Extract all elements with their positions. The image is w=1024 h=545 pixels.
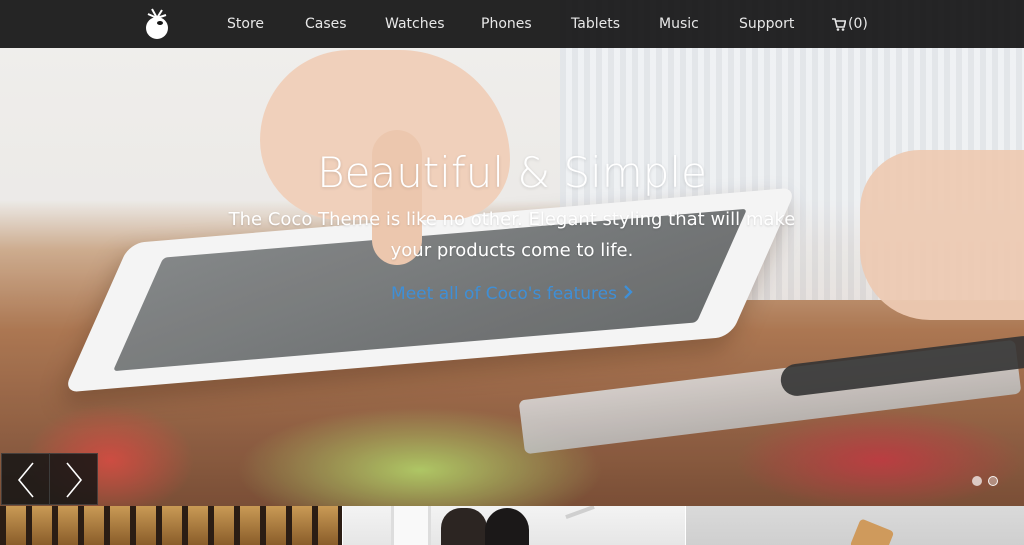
hero-title: Beautiful & Simple [317, 148, 707, 197]
cart-icon [832, 17, 846, 31]
slider-prev-button[interactable] [1, 453, 50, 505]
nav-item-phones[interactable]: Phones [481, 0, 532, 48]
chevron-right-icon [623, 284, 633, 304]
thumbnail-office-person [441, 508, 487, 545]
slider-dot[interactable] [972, 476, 982, 486]
cart-count: (0) [848, 16, 868, 32]
cart-button[interactable]: (0) [832, 0, 868, 48]
featured-thumbnails [0, 506, 1024, 545]
nav-item-support[interactable]: Support [739, 0, 794, 48]
thumbnail-forest[interactable] [0, 506, 342, 545]
hero-slider: Beautiful & Simple The Coco Theme is lik… [0, 0, 1024, 506]
top-navigation-bar: Store Cases Watches Phones Tablets Music… [0, 0, 1024, 48]
slider-dot-active[interactable] [988, 476, 998, 486]
main-nav: Store Cases Watches Phones Tablets Music… [0, 0, 1024, 48]
thumbnail-office-shelf [391, 506, 431, 545]
nav-item-tablets[interactable]: Tablets [571, 0, 620, 48]
arrow-right-icon [66, 462, 83, 498]
thumbnail-phone-case[interactable] [686, 506, 1024, 545]
nav-item-music[interactable]: Music [659, 0, 699, 48]
slider-pagination [972, 476, 998, 486]
features-link-label: Meet all of Coco's features [391, 284, 617, 304]
nav-item-cases[interactable]: Cases [305, 0, 347, 48]
thumbnail-office[interactable] [343, 506, 685, 545]
features-link[interactable]: Meet all of Coco's features [0, 284, 1024, 304]
thumbnail-office-person [485, 508, 529, 545]
arrow-left-icon [17, 462, 34, 498]
thumbnail-case-object [849, 518, 895, 545]
nav-item-watches[interactable]: Watches [385, 0, 445, 48]
slider-next-button[interactable] [49, 453, 98, 505]
nav-item-store[interactable]: Store [227, 0, 264, 48]
hero-subtitle: The Coco Theme is like no other. Elegant… [228, 209, 796, 261]
thumbnail-office-lamp [565, 506, 595, 520]
